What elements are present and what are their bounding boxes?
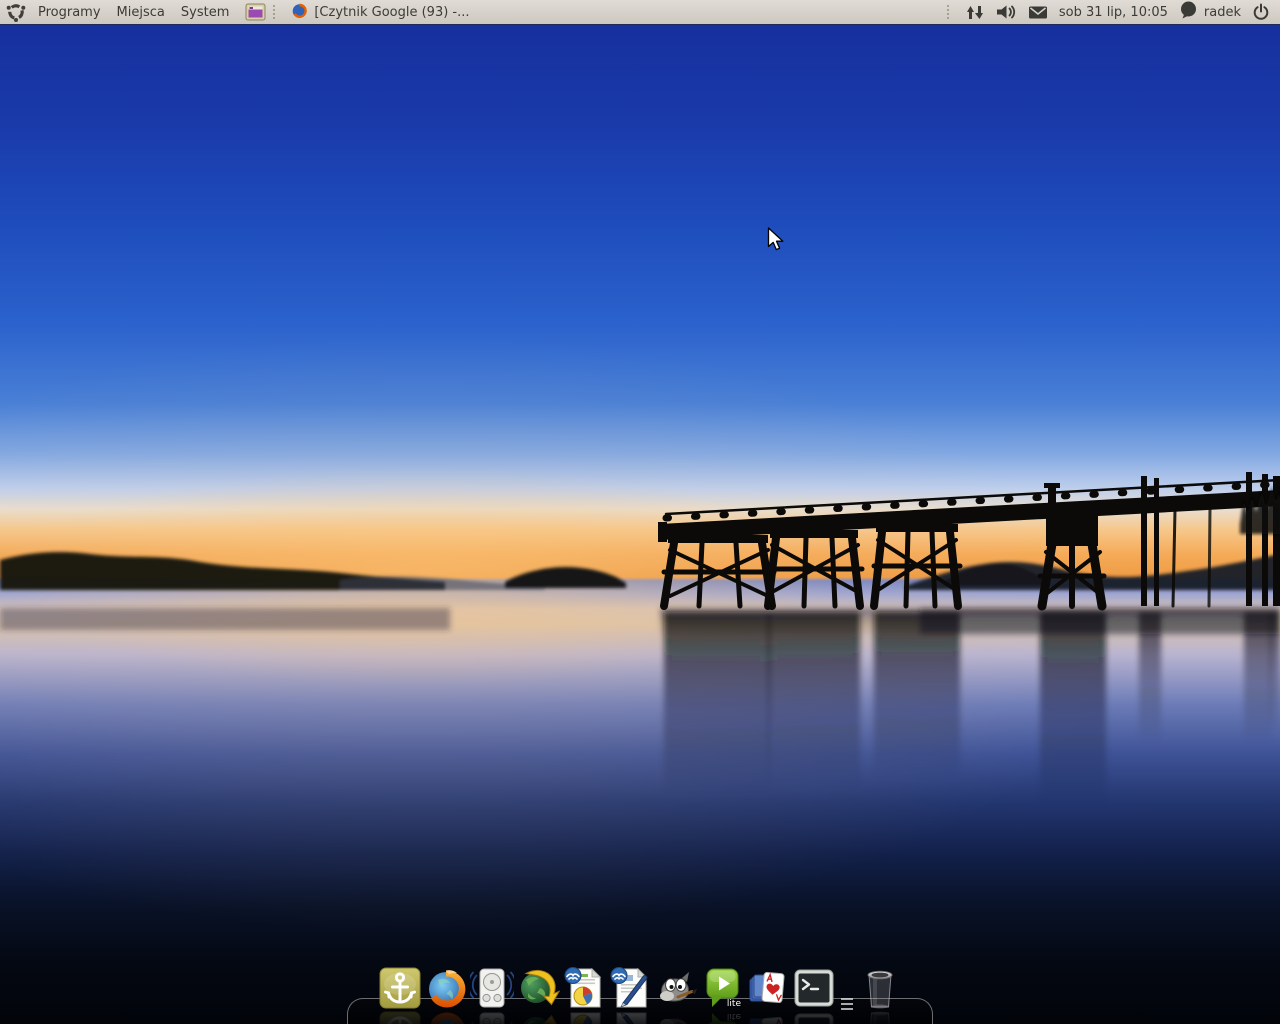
trash-icon — [858, 966, 902, 1010]
mail-envelope-icon[interactable] — [1028, 5, 1048, 20]
dock-item-solitaire[interactable] — [745, 958, 791, 1024]
username-label: radek — [1204, 5, 1241, 20]
video-player-lite-icon: lite — [700, 966, 744, 1010]
solitaire-cards-icon — [746, 966, 790, 1010]
dock-item-download-manager[interactable] — [515, 958, 561, 1024]
openoffice-calc-icon — [562, 966, 606, 1010]
top-panel: Programy Miejsca System [Czytnik Google … — [0, 0, 1280, 24]
me-menu[interactable]: radek — [1179, 1, 1241, 23]
download-globe-icon — [516, 966, 560, 1010]
window-title: [Czytnik Google (93) -... — [314, 5, 469, 20]
dock-separator — [837, 958, 857, 1024]
gimp-icon — [654, 966, 698, 1010]
status-bubble-icon — [1179, 1, 1198, 23]
dock-item-gimp[interactable] — [653, 958, 699, 1024]
dock-item-media-player[interactable] — [469, 958, 515, 1024]
terminal-icon — [792, 966, 836, 1010]
dock-item-openoffice-writer[interactable] — [607, 958, 653, 1024]
desktop-wallpaper — [0, 24, 1280, 1024]
panel-indicator-area: sob 31 lip, 10:05 radek — [943, 1, 1280, 23]
openoffice-writer-icon — [608, 966, 652, 1010]
dock-item-docky-anchor[interactable] — [377, 958, 423, 1024]
dock-item-video-lite[interactable]: lite lite — [699, 958, 745, 1024]
dock: lite lite — [377, 958, 903, 1024]
media-player-speaker-icon — [470, 966, 514, 1010]
applet-drag-handle[interactable] — [273, 5, 275, 19]
tray-drag-handle[interactable] — [947, 5, 949, 19]
menu-programy[interactable]: Programy — [30, 0, 109, 24]
terminal-launcher-icon[interactable] — [245, 2, 266, 22]
lite-label: lite — [727, 999, 741, 1009]
panel-clock[interactable]: sob 31 lip, 10:05 — [1059, 5, 1168, 20]
power-icon[interactable] — [1252, 3, 1270, 21]
dock-item-openoffice-calc[interactable] — [561, 958, 607, 1024]
ubuntu-logo-icon — [6, 2, 26, 22]
window-list-item[interactable]: [Czytnik Google (93) -... — [285, 1, 475, 24]
dock-item-trash[interactable] — [857, 958, 903, 1024]
firefox-icon — [291, 2, 308, 23]
docky-anchor-icon — [378, 966, 422, 1010]
desktop: Programy Miejsca System [Czytnik Google … — [0, 0, 1280, 1024]
pier-silhouette-scene — [0, 24, 1280, 1024]
menu-miejsca[interactable]: Miejsca — [109, 0, 173, 24]
menu-system[interactable]: System — [173, 0, 237, 24]
dock-item-terminal[interactable] — [791, 958, 837, 1024]
volume-icon[interactable] — [995, 3, 1017, 21]
dock-item-firefox[interactable] — [423, 958, 469, 1024]
network-arrows-icon[interactable] — [964, 4, 984, 21]
mouse-cursor — [767, 227, 785, 257]
firefox-icon — [424, 966, 468, 1010]
